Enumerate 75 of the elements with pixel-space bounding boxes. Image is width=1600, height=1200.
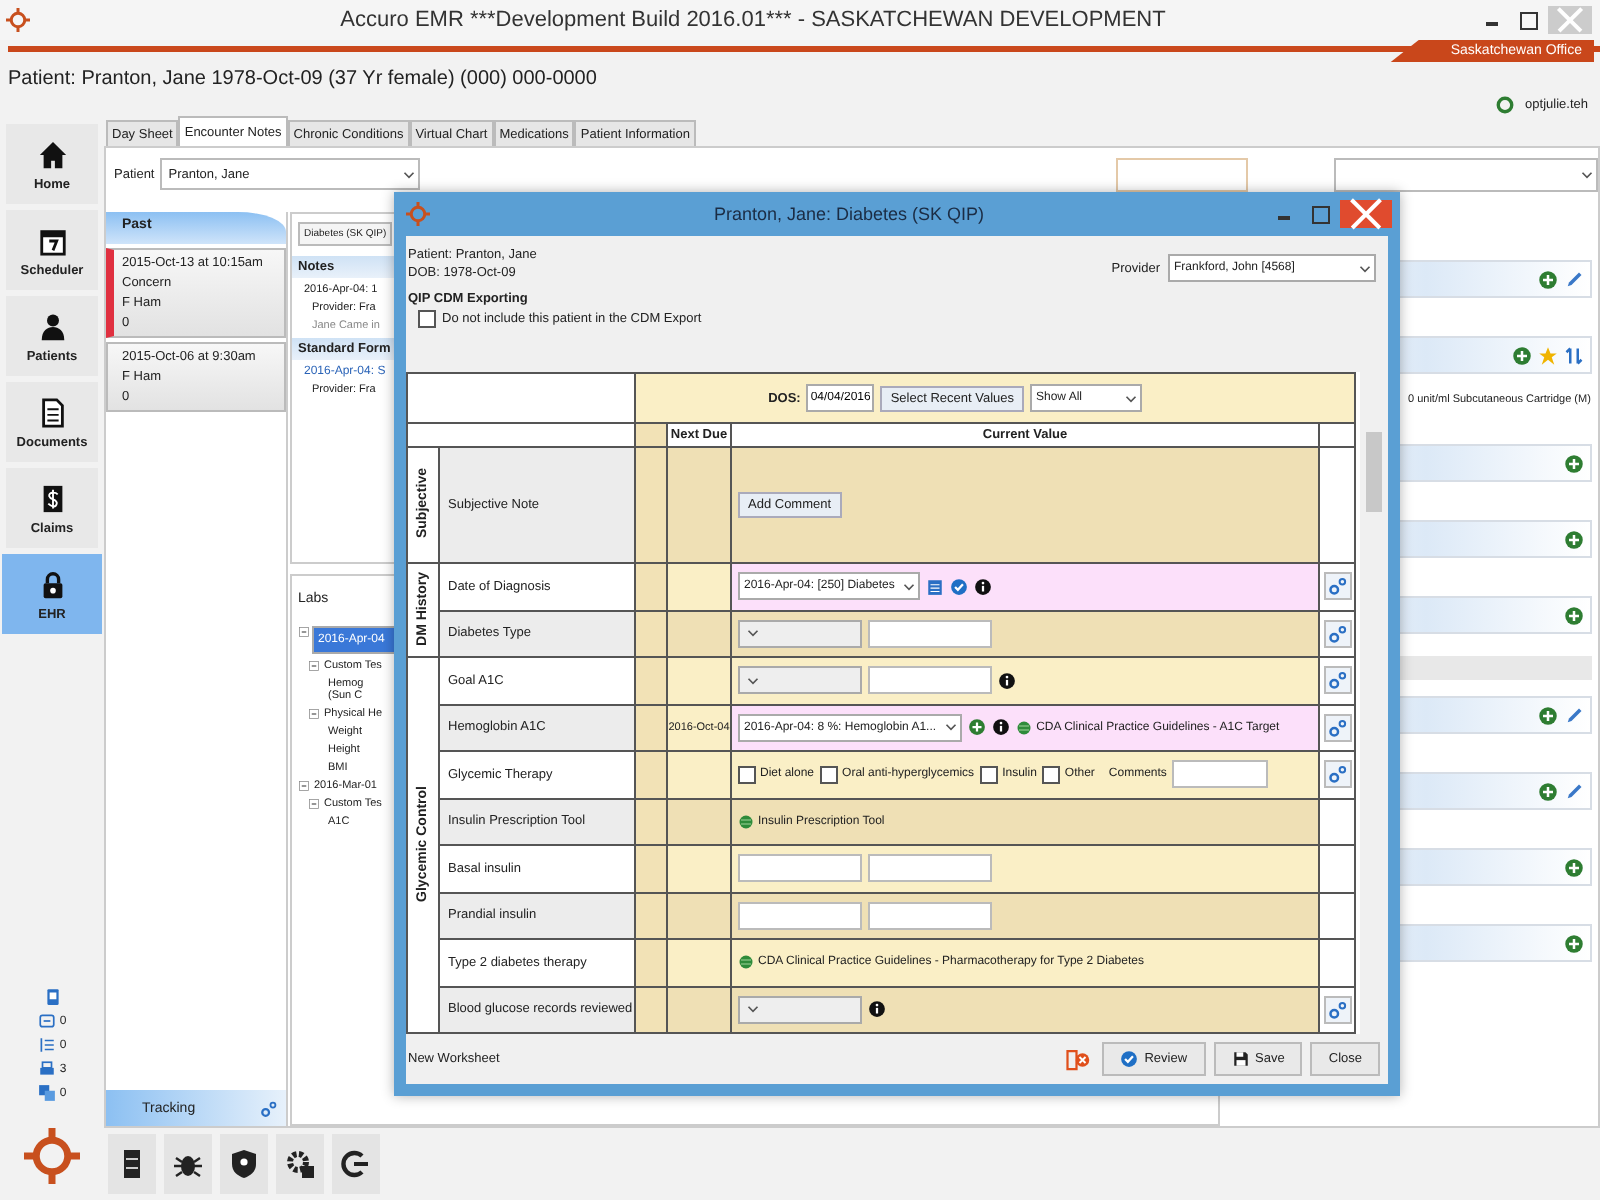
expander-icon[interactable]: [308, 798, 320, 810]
settings-button[interactable]: [1323, 713, 1352, 742]
expander-icon[interactable]: [298, 780, 310, 792]
expander-icon[interactable]: [298, 626, 310, 638]
logo-icon: [24, 1128, 80, 1184]
add-icon[interactable]: [1538, 269, 1558, 289]
toolbar-button[interactable]: [276, 1134, 324, 1194]
doc-icon: [37, 395, 67, 429]
checkbox[interactable]: [738, 765, 756, 784]
patient-header-text: Patient: Pranton, Jane 1978-Oct-09 (37 Yr female) (000) 000-0000: [8, 67, 597, 89]
input-field[interactable]: [738, 901, 862, 930]
checkbox[interactable]: [820, 765, 839, 784]
add-icon[interactable]: [1564, 605, 1584, 625]
toolbar-button[interactable]: [332, 1134, 380, 1194]
checkbox[interactable]: [418, 310, 436, 328]
printer-icon[interactable]: [37, 1060, 56, 1078]
home-icon: [37, 137, 67, 171]
expander-icon[interactable]: [308, 708, 320, 720]
settings-button[interactable]: [1323, 760, 1352, 789]
close-button[interactable]: [1340, 200, 1392, 228]
globe-icon: [738, 954, 754, 971]
input-field[interactable]: [738, 854, 862, 883]
logout-icon: [340, 1146, 372, 1182]
input-field[interactable]: [868, 901, 992, 930]
add-icon[interactable]: [1564, 933, 1584, 953]
add-icon[interactable]: [1512, 345, 1532, 365]
add-icon[interactable]: [1564, 453, 1584, 473]
toolbar-button[interactable]: [220, 1134, 268, 1194]
pencil-icon[interactable]: [1564, 781, 1584, 801]
tray-icon[interactable]: [37, 1012, 56, 1030]
settings-button[interactable]: [1323, 619, 1352, 648]
logo-icon: [6, 8, 30, 32]
inbox-icon[interactable]: [43, 988, 61, 1006]
settings-icon: [284, 1146, 316, 1182]
checkbox[interactable]: [980, 765, 999, 784]
expander-icon[interactable]: [308, 660, 320, 672]
arrows-icon[interactable]: [1564, 345, 1584, 365]
pencil-icon[interactable]: [1564, 269, 1584, 289]
globe-icon: [738, 813, 754, 830]
dialog-title: Pranton, Jane: Diabetes (SK QIP): [711, 204, 987, 224]
input-field[interactable]: [868, 619, 992, 648]
star-icon[interactable]: [1538, 345, 1558, 365]
copy-icon[interactable]: [37, 1084, 56, 1102]
add-icon[interactable]: [1538, 781, 1558, 801]
info-icon[interactable]: [868, 1000, 886, 1019]
settings-button[interactable]: [1323, 995, 1352, 1024]
person-icon: [37, 309, 67, 343]
add-icon[interactable]: [968, 718, 987, 737]
add-icon[interactable]: [1538, 705, 1558, 725]
info-icon[interactable]: [998, 671, 1016, 690]
calendar-icon[interactable]: [926, 577, 945, 596]
settings-button[interactable]: [1323, 572, 1352, 601]
comments-field[interactable]: [1172, 760, 1269, 789]
toolbar-button[interactable]: [108, 1134, 156, 1194]
floppy-icon: [1231, 1050, 1250, 1068]
info-icon[interactable]: [974, 577, 993, 596]
globe-icon: [1016, 719, 1033, 736]
settings-button[interactable]: [1323, 666, 1352, 695]
shield-icon: [228, 1146, 260, 1182]
logo-icon: [406, 202, 430, 226]
checkbox[interactable]: [1042, 765, 1061, 784]
list-icon[interactable]: [37, 1036, 56, 1054]
pencil-icon[interactable]: [1564, 705, 1584, 725]
settings-icon[interactable]: [260, 1099, 278, 1117]
check-icon[interactable]: [950, 577, 969, 596]
info-icon[interactable]: [992, 718, 1011, 737]
input-field[interactable]: [868, 854, 992, 883]
check-icon: [1120, 1050, 1139, 1068]
status-icon: [1495, 95, 1514, 113]
toolbar-button[interactable]: [164, 1134, 212, 1194]
window-title: Accuro EMR ***Development Build 2016.01*** - SASKATCHEWAN DEVELOPMENT: [338, 8, 1168, 32]
exit-icon[interactable]: [1062, 1047, 1095, 1071]
add-icon[interactable]: [1564, 857, 1584, 877]
add-icon[interactable]: [1564, 529, 1584, 549]
input-field[interactable]: [868, 666, 992, 695]
